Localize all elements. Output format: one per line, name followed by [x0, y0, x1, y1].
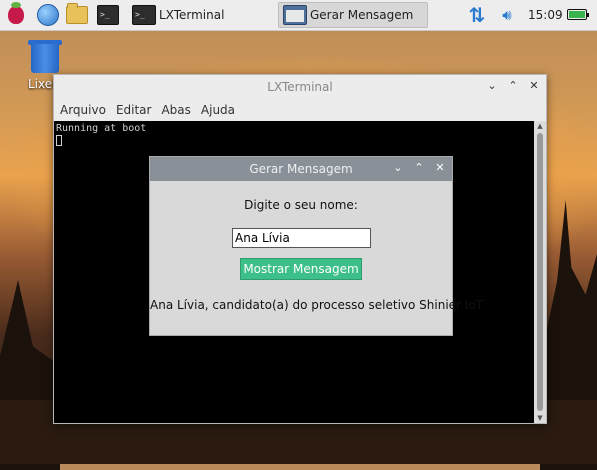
battery-icon[interactable]	[567, 9, 589, 20]
folder-icon[interactable]	[66, 3, 88, 26]
taskbar-item-label: Gerar Mensagem	[310, 8, 414, 22]
scroll-up-icon[interactable]: ▲	[534, 121, 546, 131]
minimize-icon[interactable]: ⌄	[392, 161, 404, 175]
battery-level	[569, 11, 585, 18]
terminal-cursor	[56, 135, 62, 146]
taskbar-item-label: LXTerminal	[159, 8, 225, 22]
taskbar: >_ >_ LXTerminal Gerar Mensagem ⇅ 🔊︎ 15:…	[0, 0, 597, 31]
menu-item-editar[interactable]: Editar	[116, 99, 152, 121]
scrollbar-thumb[interactable]	[537, 133, 543, 411]
window-title: LXTerminal	[267, 80, 333, 94]
menu-item-arquivo[interactable]: Arquivo	[60, 99, 106, 121]
raspberry-icon[interactable]	[5, 2, 27, 26]
terminal-line: Running at boot	[56, 123, 147, 134]
clock[interactable]: 15:09	[528, 8, 563, 22]
minimize-icon[interactable]: ⌄	[486, 79, 498, 93]
dialog-titlebar[interactable]: Gerar Mensagem ⌄ ⌃ ✕	[150, 157, 452, 181]
maximize-icon[interactable]: ⌃	[413, 161, 425, 175]
taskbar-item-lxterminal[interactable]: >_ LXTerminal	[128, 2, 278, 28]
close-icon[interactable]: ✕	[434, 161, 446, 175]
maximize-icon[interactable]: ⌃	[507, 79, 519, 93]
speaker-icon[interactable]: 🔊︎	[497, 6, 517, 24]
trash-icon[interactable]	[28, 40, 64, 74]
scrollbar[interactable]: ▲ ▼	[534, 121, 546, 423]
taskbar-item-gerar-mensagem[interactable]: Gerar Mensagem	[278, 2, 428, 28]
menu-item-abas[interactable]: Abas	[161, 99, 190, 121]
lxterminal-titlebar[interactable]: LXTerminal ⌄ ⌃ ✕	[54, 75, 546, 99]
close-icon[interactable]: ✕	[528, 79, 540, 93]
result-message: Ana Lívia, candidato(a) do processo sele…	[150, 298, 484, 312]
window-icon	[283, 5, 307, 25]
globe-icon[interactable]	[37, 4, 59, 26]
gerar-mensagem-dialog: Gerar Mensagem ⌄ ⌃ ✕ Digite o seu nome: …	[149, 156, 484, 336]
name-input[interactable]	[232, 228, 371, 248]
show-message-button[interactable]: Mostrar Mensagem	[240, 258, 362, 280]
network-arrows-icon[interactable]: ⇅	[467, 5, 487, 25]
menu-item-ajuda[interactable]: Ajuda	[201, 99, 235, 121]
menu-bar: Arquivo Editar Abas Ajuda	[54, 99, 546, 121]
terminal-icon[interactable]: >_	[97, 4, 119, 26]
scroll-down-icon[interactable]: ▼	[534, 413, 546, 423]
name-prompt-label: Digite o seu nome:	[244, 198, 358, 212]
terminal-icon: >_	[132, 5, 156, 25]
